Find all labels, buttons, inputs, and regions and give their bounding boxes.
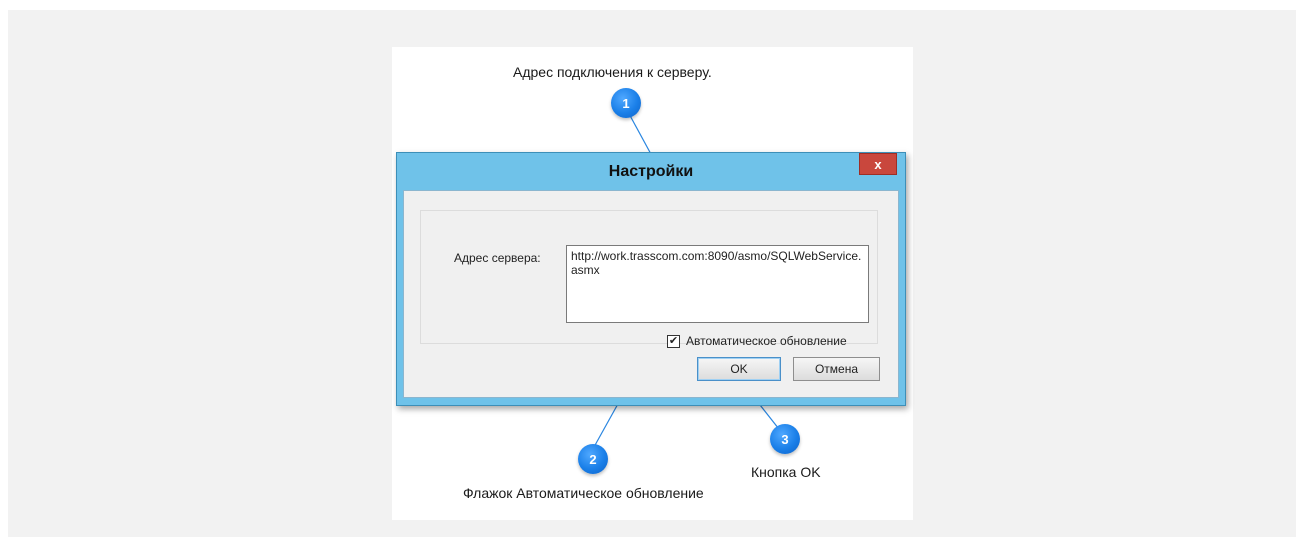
ok-button[interactable]: OK bbox=[697, 357, 781, 381]
dialog-titlebar: Настройки x bbox=[397, 153, 905, 191]
server-address-label: Адрес сервера: bbox=[454, 251, 541, 265]
check-icon: ✔ bbox=[668, 334, 679, 347]
caption-auto-update: Флажок Автоматическое обновление bbox=[463, 485, 704, 501]
auto-update-checkbox[interactable]: ✔ bbox=[667, 334, 680, 348]
close-button[interactable]: x bbox=[859, 153, 897, 175]
settings-group: Адрес сервера: http://work.trasscom.com:… bbox=[420, 210, 878, 348]
auto-update-label: Автоматическое обновление bbox=[686, 334, 847, 348]
callout-marker-2: 2 bbox=[578, 444, 608, 474]
auto-update-row[interactable]: ✔ Автоматическое обновление bbox=[667, 334, 847, 348]
caption-ok-button: Кнопка OK bbox=[751, 464, 821, 480]
callout-marker-3: 3 bbox=[770, 424, 800, 454]
close-icon: x bbox=[874, 156, 882, 172]
settings-dialog: Настройки x Адрес сервера: http://work.t… bbox=[396, 152, 906, 406]
callout-marker-1: 1 bbox=[611, 88, 641, 118]
dialog-client-area: Адрес сервера: http://work.trasscom.com:… bbox=[403, 190, 899, 398]
caption-server-address: Адрес подключения к серверу. bbox=[513, 64, 712, 80]
dialog-title: Настройки bbox=[608, 163, 694, 180]
cancel-button[interactable]: Отмена bbox=[793, 357, 880, 381]
server-address-field[interactable]: http://work.trasscom.com:8090/asmo/SQLWe… bbox=[566, 245, 869, 323]
